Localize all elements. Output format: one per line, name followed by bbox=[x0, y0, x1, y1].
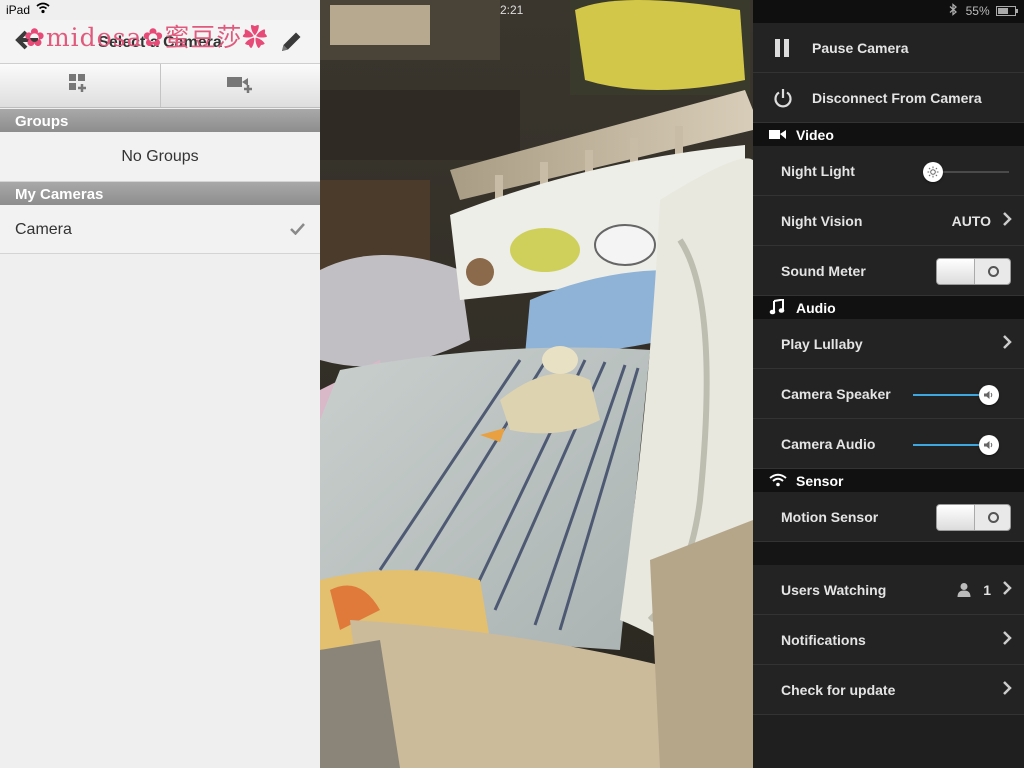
pause-icon bbox=[774, 38, 790, 61]
add-camera-button[interactable] bbox=[159, 64, 321, 107]
sound-meter-row: Sound Meter bbox=[753, 246, 1024, 296]
audio-header-label: Audio bbox=[796, 300, 836, 316]
sound-meter-label: Sound Meter bbox=[781, 263, 866, 279]
music-note-icon bbox=[769, 298, 785, 318]
night-light-knob-sun-icon[interactable] bbox=[923, 162, 943, 182]
sensor-header-label: Sensor bbox=[796, 473, 844, 489]
toggle-thumb bbox=[937, 259, 975, 284]
chevron-right-icon bbox=[1002, 680, 1012, 699]
my-cameras-header: My Cameras bbox=[0, 182, 320, 205]
chevron-right-icon bbox=[1002, 211, 1012, 230]
night-light-row: Night Light bbox=[753, 146, 1024, 196]
chevron-right-icon bbox=[1002, 630, 1012, 649]
bluetooth-icon bbox=[949, 3, 957, 19]
groups-header: Groups bbox=[0, 109, 320, 132]
watermark-logo: ✿midosa✿蜜豆莎✿ bbox=[24, 23, 269, 52]
battery-icon bbox=[996, 5, 1018, 19]
add-group-icon bbox=[68, 73, 92, 98]
check-update-row[interactable]: Check for update bbox=[753, 665, 1024, 715]
camera-audio-row: Camera Audio bbox=[753, 419, 1024, 469]
chevron-right-icon bbox=[1002, 580, 1012, 599]
camera-audio-slider-fill bbox=[913, 444, 989, 446]
camera-speaker-row: Camera Speaker bbox=[753, 369, 1024, 419]
camera-audio-slider[interactable] bbox=[913, 435, 999, 455]
camera-speaker-slider[interactable] bbox=[913, 385, 999, 405]
device-label: iPad bbox=[6, 3, 31, 17]
add-group-button[interactable] bbox=[0, 64, 160, 107]
status-time: 2:21 bbox=[500, 3, 524, 17]
power-icon bbox=[773, 88, 793, 111]
disconnect-label: Disconnect From Camera bbox=[812, 90, 982, 106]
pause-camera-button[interactable]: Pause Camera bbox=[753, 23, 1024, 73]
camera-audio-label: Camera Audio bbox=[781, 436, 876, 452]
disconnect-camera-button[interactable]: Disconnect From Camera bbox=[753, 73, 1024, 123]
motion-sensor-toggle[interactable] bbox=[936, 504, 1011, 531]
section-spacer bbox=[753, 542, 1024, 565]
video-header-label: Video bbox=[796, 127, 834, 143]
camera-settings-panel: 55% Pause Camera Disconnect From Camera … bbox=[753, 0, 1024, 768]
users-watching-label: Users Watching bbox=[781, 582, 887, 598]
audio-section-header: Audio bbox=[753, 296, 1024, 319]
toggle-off-icon bbox=[988, 266, 999, 277]
night-vision-row[interactable]: Night Vision AUTO bbox=[753, 196, 1024, 246]
no-groups-label: No Groups bbox=[121, 148, 199, 165]
user-icon bbox=[957, 582, 971, 600]
wifi-icon bbox=[36, 2, 50, 17]
camera-speaker-label: Camera Speaker bbox=[781, 386, 891, 402]
wifi-signal-icon bbox=[769, 473, 787, 490]
speaker-knob-volume-icon[interactable] bbox=[979, 385, 999, 405]
camera-video-feed[interactable]: 2:21 bbox=[320, 0, 753, 768]
audio-knob-volume-icon[interactable] bbox=[979, 435, 999, 455]
toggle-off-icon bbox=[988, 512, 999, 523]
users-watching-row[interactable]: Users Watching 1 bbox=[753, 565, 1024, 615]
add-camera-icon bbox=[226, 73, 254, 98]
notifications-row[interactable]: Notifications bbox=[753, 615, 1024, 665]
sensor-section-header: Sensor bbox=[753, 469, 1024, 492]
notifications-label: Notifications bbox=[781, 632, 866, 648]
camera-list-panel: iPad Select a Camera ✿midosa✿蜜豆莎✿ Groups bbox=[0, 0, 320, 768]
camera-speaker-slider-fill bbox=[913, 394, 989, 396]
night-light-label: Night Light bbox=[781, 163, 855, 179]
edit-pencil-icon[interactable] bbox=[278, 29, 304, 60]
motion-sensor-row: Motion Sensor bbox=[753, 492, 1024, 542]
status-bar-right: 55% bbox=[753, 0, 1024, 23]
play-lullaby-row[interactable]: Play Lullaby bbox=[753, 319, 1024, 369]
night-light-slider[interactable] bbox=[923, 162, 1009, 182]
users-count: 1 bbox=[983, 582, 991, 598]
camera-list-item[interactable]: Camera bbox=[0, 205, 320, 254]
camera-name: Camera bbox=[15, 221, 72, 238]
night-vision-label: Night Vision bbox=[781, 213, 863, 229]
no-groups-row: No Groups bbox=[0, 132, 320, 182]
play-lullaby-label: Play Lullaby bbox=[781, 336, 863, 352]
toggle-thumb bbox=[937, 505, 975, 530]
video-frame-image bbox=[320, 0, 753, 768]
check-update-label: Check for update bbox=[781, 682, 896, 698]
battery-percent: 55% bbox=[965, 4, 990, 18]
checkmark-icon bbox=[290, 222, 305, 240]
status-bar: iPad bbox=[0, 0, 320, 20]
sound-meter-toggle[interactable] bbox=[936, 258, 1011, 285]
video-section-header: Video bbox=[753, 123, 1024, 146]
pause-camera-label: Pause Camera bbox=[812, 40, 909, 56]
battery-indicator: 55% bbox=[966, 4, 1018, 19]
chevron-right-icon bbox=[1002, 334, 1012, 353]
camera-list-toolbar bbox=[0, 64, 320, 108]
motion-sensor-label: Motion Sensor bbox=[781, 509, 879, 525]
night-vision-value: AUTO bbox=[951, 213, 991, 229]
video-camera-icon bbox=[769, 127, 787, 143]
